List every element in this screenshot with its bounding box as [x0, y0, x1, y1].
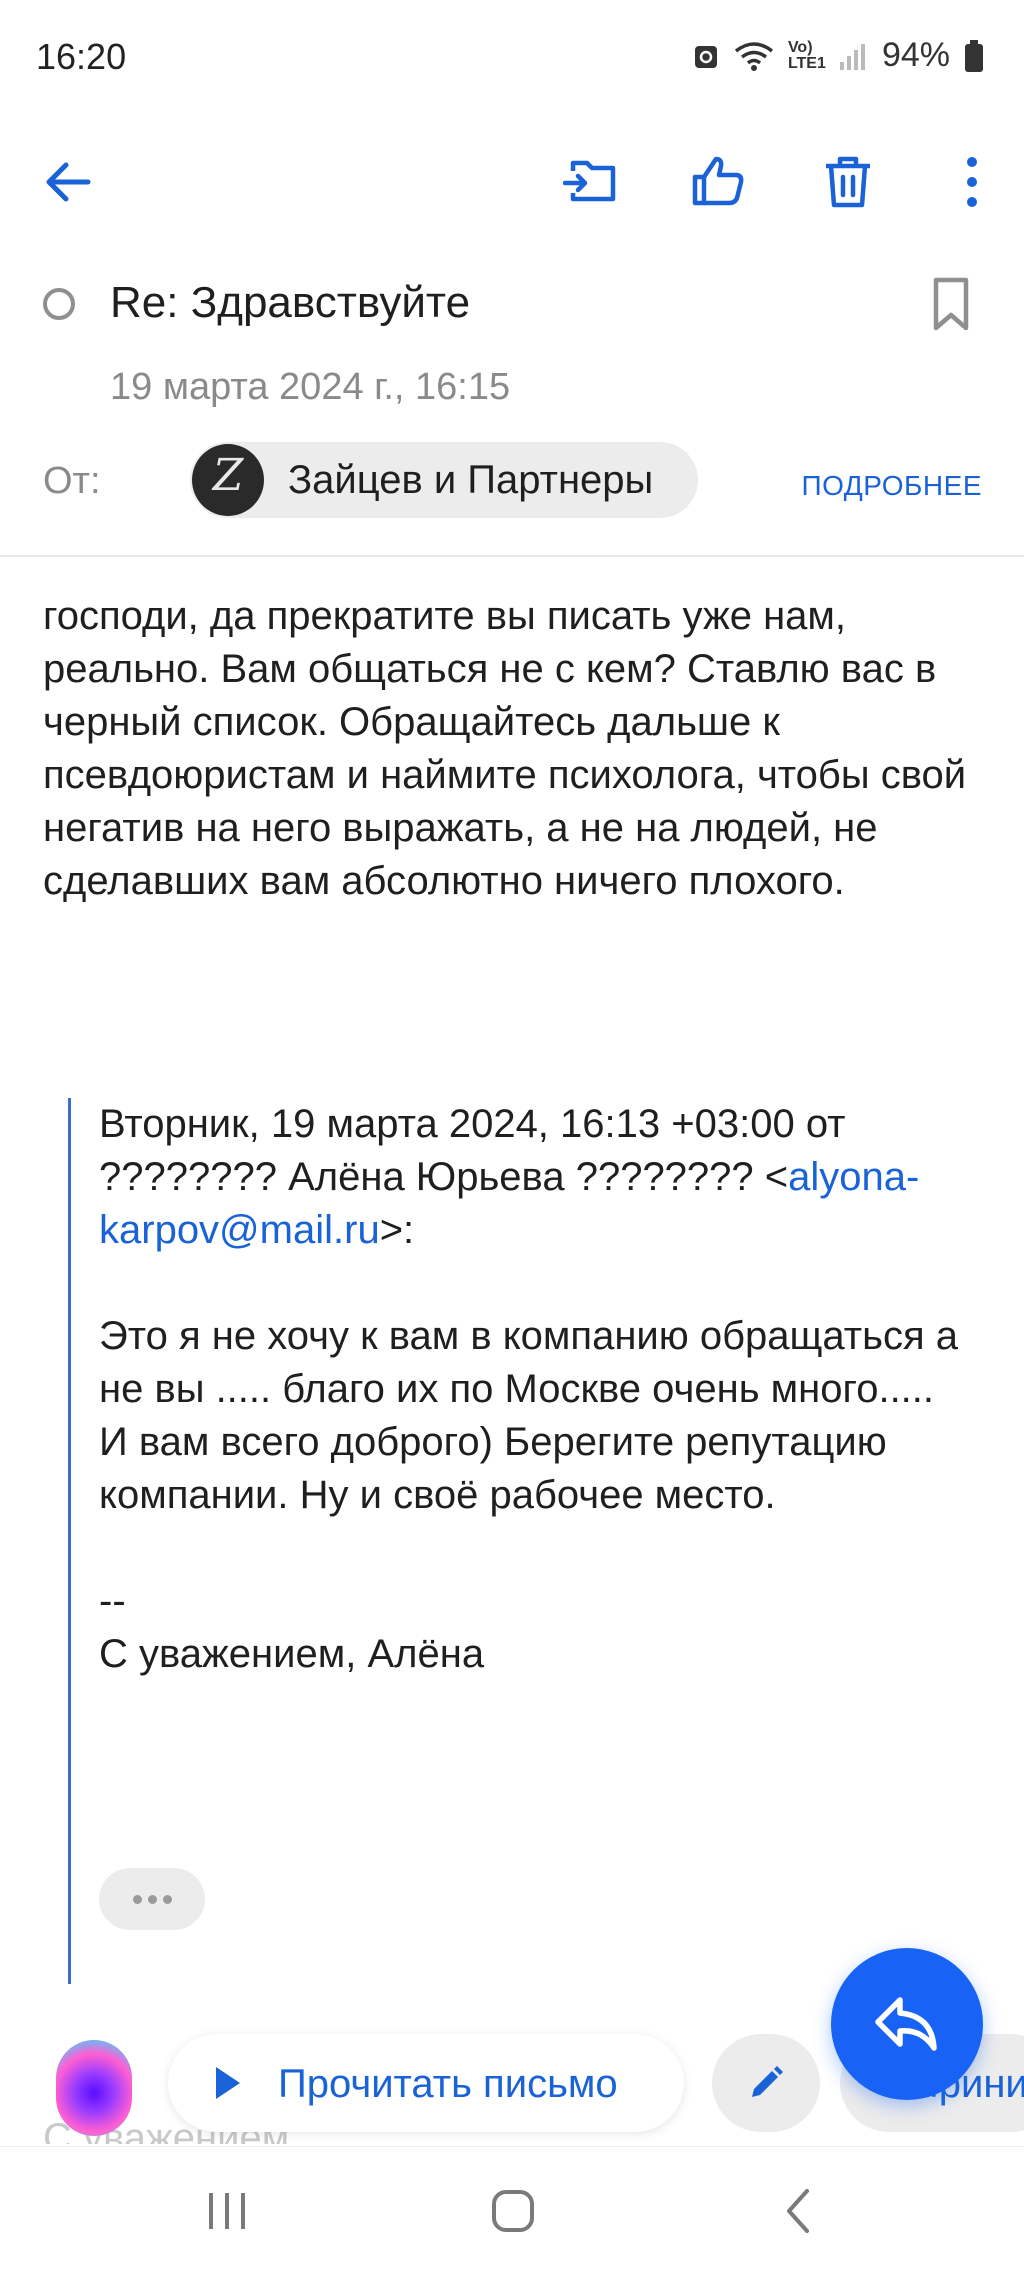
- trash-icon: [826, 156, 870, 208]
- network-label: Vo) LTE1: [787, 38, 826, 72]
- move-to-folder-icon: [563, 160, 616, 202]
- read-message-button[interactable]: Прочитать письмо: [168, 2034, 684, 2132]
- chevron-left-icon: [787, 2189, 809, 2233]
- wifi-icon: [734, 41, 774, 71]
- more-vertical-icon: [967, 157, 977, 207]
- delete-button[interactable]: [806, 140, 890, 224]
- recents-button[interactable]: [182, 2171, 272, 2251]
- play-icon: [216, 2067, 240, 2099]
- assistant-orb-icon[interactable]: [56, 2040, 132, 2136]
- recents-icon: [209, 2193, 245, 2229]
- back-button[interactable]: [26, 140, 110, 224]
- status-bar: 16:20 Vo) LTE1 94%: [0, 0, 1024, 110]
- subject-row: Re: Здравствуйте: [0, 270, 1024, 340]
- sender-chip[interactable]: Z Зайцев и Партнеры: [190, 442, 698, 518]
- avatar-initial: Z: [212, 450, 244, 501]
- battery-icon: [965, 39, 983, 72]
- edit-button[interactable]: [712, 2034, 820, 2132]
- message-body: господи, да прекратите вы писать уже нам…: [43, 594, 967, 903]
- more-options-button[interactable]: [930, 140, 1014, 224]
- avatar: Z: [192, 444, 264, 516]
- home-button[interactable]: [468, 2171, 558, 2251]
- from-row: От: Z Зайцев и Партнеры ПОДРОБНЕЕ: [0, 440, 1024, 520]
- dot: [162, 1894, 172, 1904]
- details-link[interactable]: ПОДРОБНЕЕ: [801, 470, 982, 502]
- message-date: 19 марта 2024 г., 16:15: [110, 366, 511, 408]
- reply-button[interactable]: [831, 1948, 983, 2100]
- bookmark-button[interactable]: [926, 274, 976, 334]
- pencil-icon: [752, 2066, 783, 2097]
- signal-icon: [839, 43, 865, 70]
- move-to-folder-button[interactable]: [550, 140, 634, 224]
- message-subject: Re: Здравствуйте: [110, 278, 471, 327]
- reply-icon: [875, 1997, 937, 2051]
- read-message-label: Прочитать письмо: [278, 2062, 618, 2106]
- home-icon: [492, 2190, 534, 2232]
- dot: [147, 1894, 157, 1904]
- sync-icon: [694, 45, 717, 68]
- system-nav-bar: [0, 2146, 1024, 2275]
- bookmark-icon: [933, 277, 969, 331]
- show-more-quote-button[interactable]: [99, 1868, 205, 1930]
- message-toolbar: [0, 140, 1024, 224]
- thumbs-up-icon: [692, 156, 744, 206]
- system-back-button[interactable]: [754, 2171, 844, 2251]
- quote-body: Это я не хочу к вам в компанию обращатьс…: [99, 1314, 958, 1676]
- like-button[interactable]: [676, 140, 760, 224]
- quote-header-suffix: >:: [379, 1208, 415, 1252]
- quoted-text-container: Вторник, 19 марта 2024, 16:13 +03:00 от …: [99, 1098, 979, 1681]
- quote-header-prefix: Вторник, 19 марта 2024, 16:13 +03:00 от …: [99, 1102, 846, 1199]
- unread-toggle[interactable]: [43, 288, 75, 320]
- arrow-back-icon: [46, 162, 91, 202]
- dot: [132, 1894, 142, 1904]
- header-divider: [0, 555, 1024, 557]
- quoted-message: Вторник, 19 марта 2024, 16:13 +03:00 от …: [68, 1098, 968, 1984]
- status-time: 16:20: [36, 36, 127, 77]
- battery-percent: 94%: [881, 36, 950, 74]
- status-icons: Vo) LTE1 94%: [692, 36, 984, 75]
- from-label: От:: [43, 460, 101, 502]
- sender-name: Зайцев и Партнеры: [288, 458, 654, 502]
